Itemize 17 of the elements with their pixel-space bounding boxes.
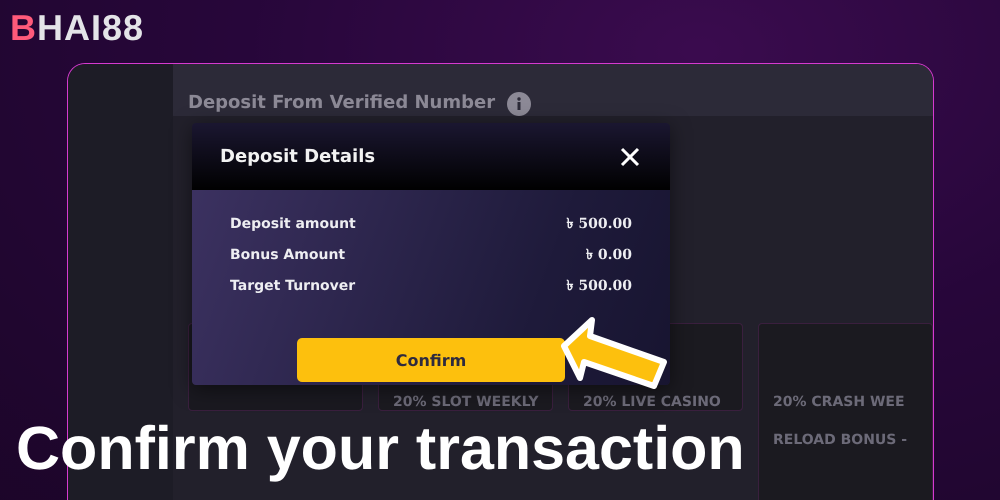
detail-value: ৳ 0.00	[586, 246, 632, 264]
bonus-title: 20% CRASH WEE	[773, 394, 906, 410]
bonus-title: 20% SLOT WEEKLY	[393, 394, 540, 410]
confirm-button[interactable]: Confirm	[297, 338, 565, 382]
dialog-title: Deposit Details	[220, 146, 376, 167]
logo: BHAI88	[10, 8, 144, 48]
detail-label: Bonus Amount	[230, 246, 346, 262]
bonus-card[interactable]: 20% CRASH WEE RELOAD BONUS -	[758, 323, 933, 500]
arrow-icon	[558, 316, 670, 392]
detail-value: ৳ 500.00	[566, 214, 632, 234]
detail-value: ৳ 500.00	[566, 276, 632, 296]
section-heading: Deposit From Verified Number	[188, 92, 496, 113]
bonus-title: 20% LIVE CASINO	[583, 394, 722, 410]
info-icon[interactable]	[507, 92, 532, 116]
detail-label: Deposit amount	[230, 216, 356, 232]
bonus-subtitle: RELOAD BONUS -	[773, 432, 908, 448]
detail-label: Target Turnover	[230, 278, 356, 294]
